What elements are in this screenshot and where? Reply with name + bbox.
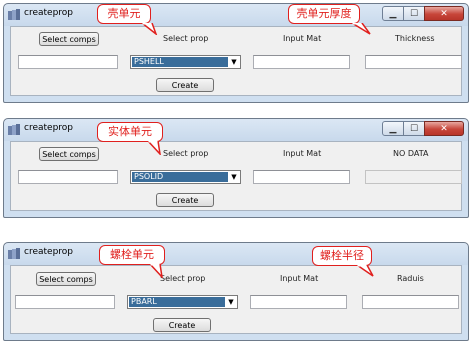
maximize-button[interactable]: ☐ — [403, 6, 425, 21]
create-button[interactable]: Create — [156, 78, 214, 92]
prop-selected-value: PSHELL — [132, 57, 228, 67]
thickness-header: Thickness — [395, 34, 435, 43]
radius-field[interactable] — [362, 295, 459, 309]
comps-field[interactable] — [15, 295, 115, 309]
close-button[interactable]: ✕ — [424, 121, 464, 136]
title-bar[interactable]: createprop ▁ ☐ ✕ — [4, 4, 468, 26]
select-prop-header: Select prop — [163, 149, 209, 158]
disabled-field — [365, 170, 462, 184]
close-icon: ✕ — [440, 8, 448, 19]
minimize-icon: ▁ — [389, 8, 397, 19]
select-comps-button[interactable]: Select comps — [36, 272, 96, 286]
no-data-header: NO DATA — [393, 149, 429, 158]
input-mat-field[interactable] — [253, 55, 350, 69]
window-title: createprop — [24, 123, 74, 133]
radius-header: Raduis — [397, 274, 424, 283]
form-client-area: Select comps Select prop Input Mat Radui… — [10, 265, 462, 334]
app-icon — [8, 248, 20, 259]
minimize-button[interactable]: ▁ — [382, 6, 404, 21]
maximize-icon: ☐ — [409, 123, 419, 134]
prop-selected-value: PSOLID — [132, 172, 228, 182]
prop-dropdown[interactable]: PSOLID ▼ — [130, 170, 241, 184]
prop-dropdown[interactable]: PBARL ▼ — [127, 295, 238, 309]
input-mat-field[interactable] — [250, 295, 347, 309]
callout-bolt-element: 螺栓单元 — [99, 245, 165, 265]
create-button[interactable]: Create — [156, 193, 214, 207]
callout-pointer — [146, 141, 161, 155]
window-title: createprop — [24, 8, 74, 18]
close-button[interactable]: ✕ — [424, 6, 464, 21]
minimize-button[interactable]: ▁ — [382, 121, 404, 136]
select-comps-button[interactable]: Select comps — [39, 147, 99, 161]
callout-shell-element: 壳单元 — [97, 4, 151, 24]
title-bar[interactable]: createprop — [4, 243, 468, 265]
chevron-down-icon[interactable]: ▼ — [229, 57, 239, 67]
chevron-down-icon[interactable]: ▼ — [226, 297, 236, 307]
callout-pointer — [140, 23, 158, 35]
comps-field[interactable] — [18, 170, 118, 184]
callout-pointer — [350, 23, 371, 35]
maximize-button[interactable]: ☐ — [403, 121, 425, 136]
input-mat-header: Input Mat — [283, 149, 322, 158]
callout-pointer — [355, 265, 374, 277]
window-title: createprop — [24, 247, 74, 257]
createprop-window-solid: createprop ▁ ☐ ✕ Select comps Select pro… — [3, 118, 469, 218]
callout-pointer — [148, 264, 163, 278]
app-icon — [8, 9, 20, 20]
prop-dropdown[interactable]: PSHELL ▼ — [130, 55, 241, 69]
select-prop-header: Select prop — [163, 34, 209, 43]
callout-shell-thickness: 壳单元厚度 — [288, 4, 360, 24]
close-icon: ✕ — [440, 123, 448, 134]
create-button[interactable]: Create — [153, 318, 211, 332]
callout-solid-element: 实体单元 — [97, 122, 163, 142]
prop-selected-value: PBARL — [129, 297, 225, 307]
input-mat-field[interactable] — [253, 170, 350, 184]
callout-bolt-radius: 螺栓半径 — [312, 246, 372, 266]
comps-field[interactable] — [18, 55, 118, 69]
minimize-icon: ▁ — [389, 123, 397, 134]
input-mat-header: Input Mat — [283, 34, 322, 43]
input-mat-header: Input Mat — [280, 274, 319, 283]
thickness-field[interactable] — [365, 55, 462, 69]
app-icon — [8, 124, 20, 135]
form-client-area: Select comps Select prop Input Mat NO DA… — [10, 141, 462, 211]
select-comps-button[interactable]: Select comps — [39, 32, 99, 46]
form-client-area: Select comps Select prop Input Mat Thick… — [10, 26, 462, 96]
createprop-window-shell: createprop ▁ ☐ ✕ Select comps Select pro… — [3, 3, 469, 103]
maximize-icon: ☐ — [409, 8, 419, 19]
chevron-down-icon[interactable]: ▼ — [229, 172, 239, 182]
createprop-window-bar: createprop Select comps Select prop Inpu… — [3, 242, 469, 341]
title-bar[interactable]: createprop ▁ ☐ ✕ — [4, 119, 468, 141]
